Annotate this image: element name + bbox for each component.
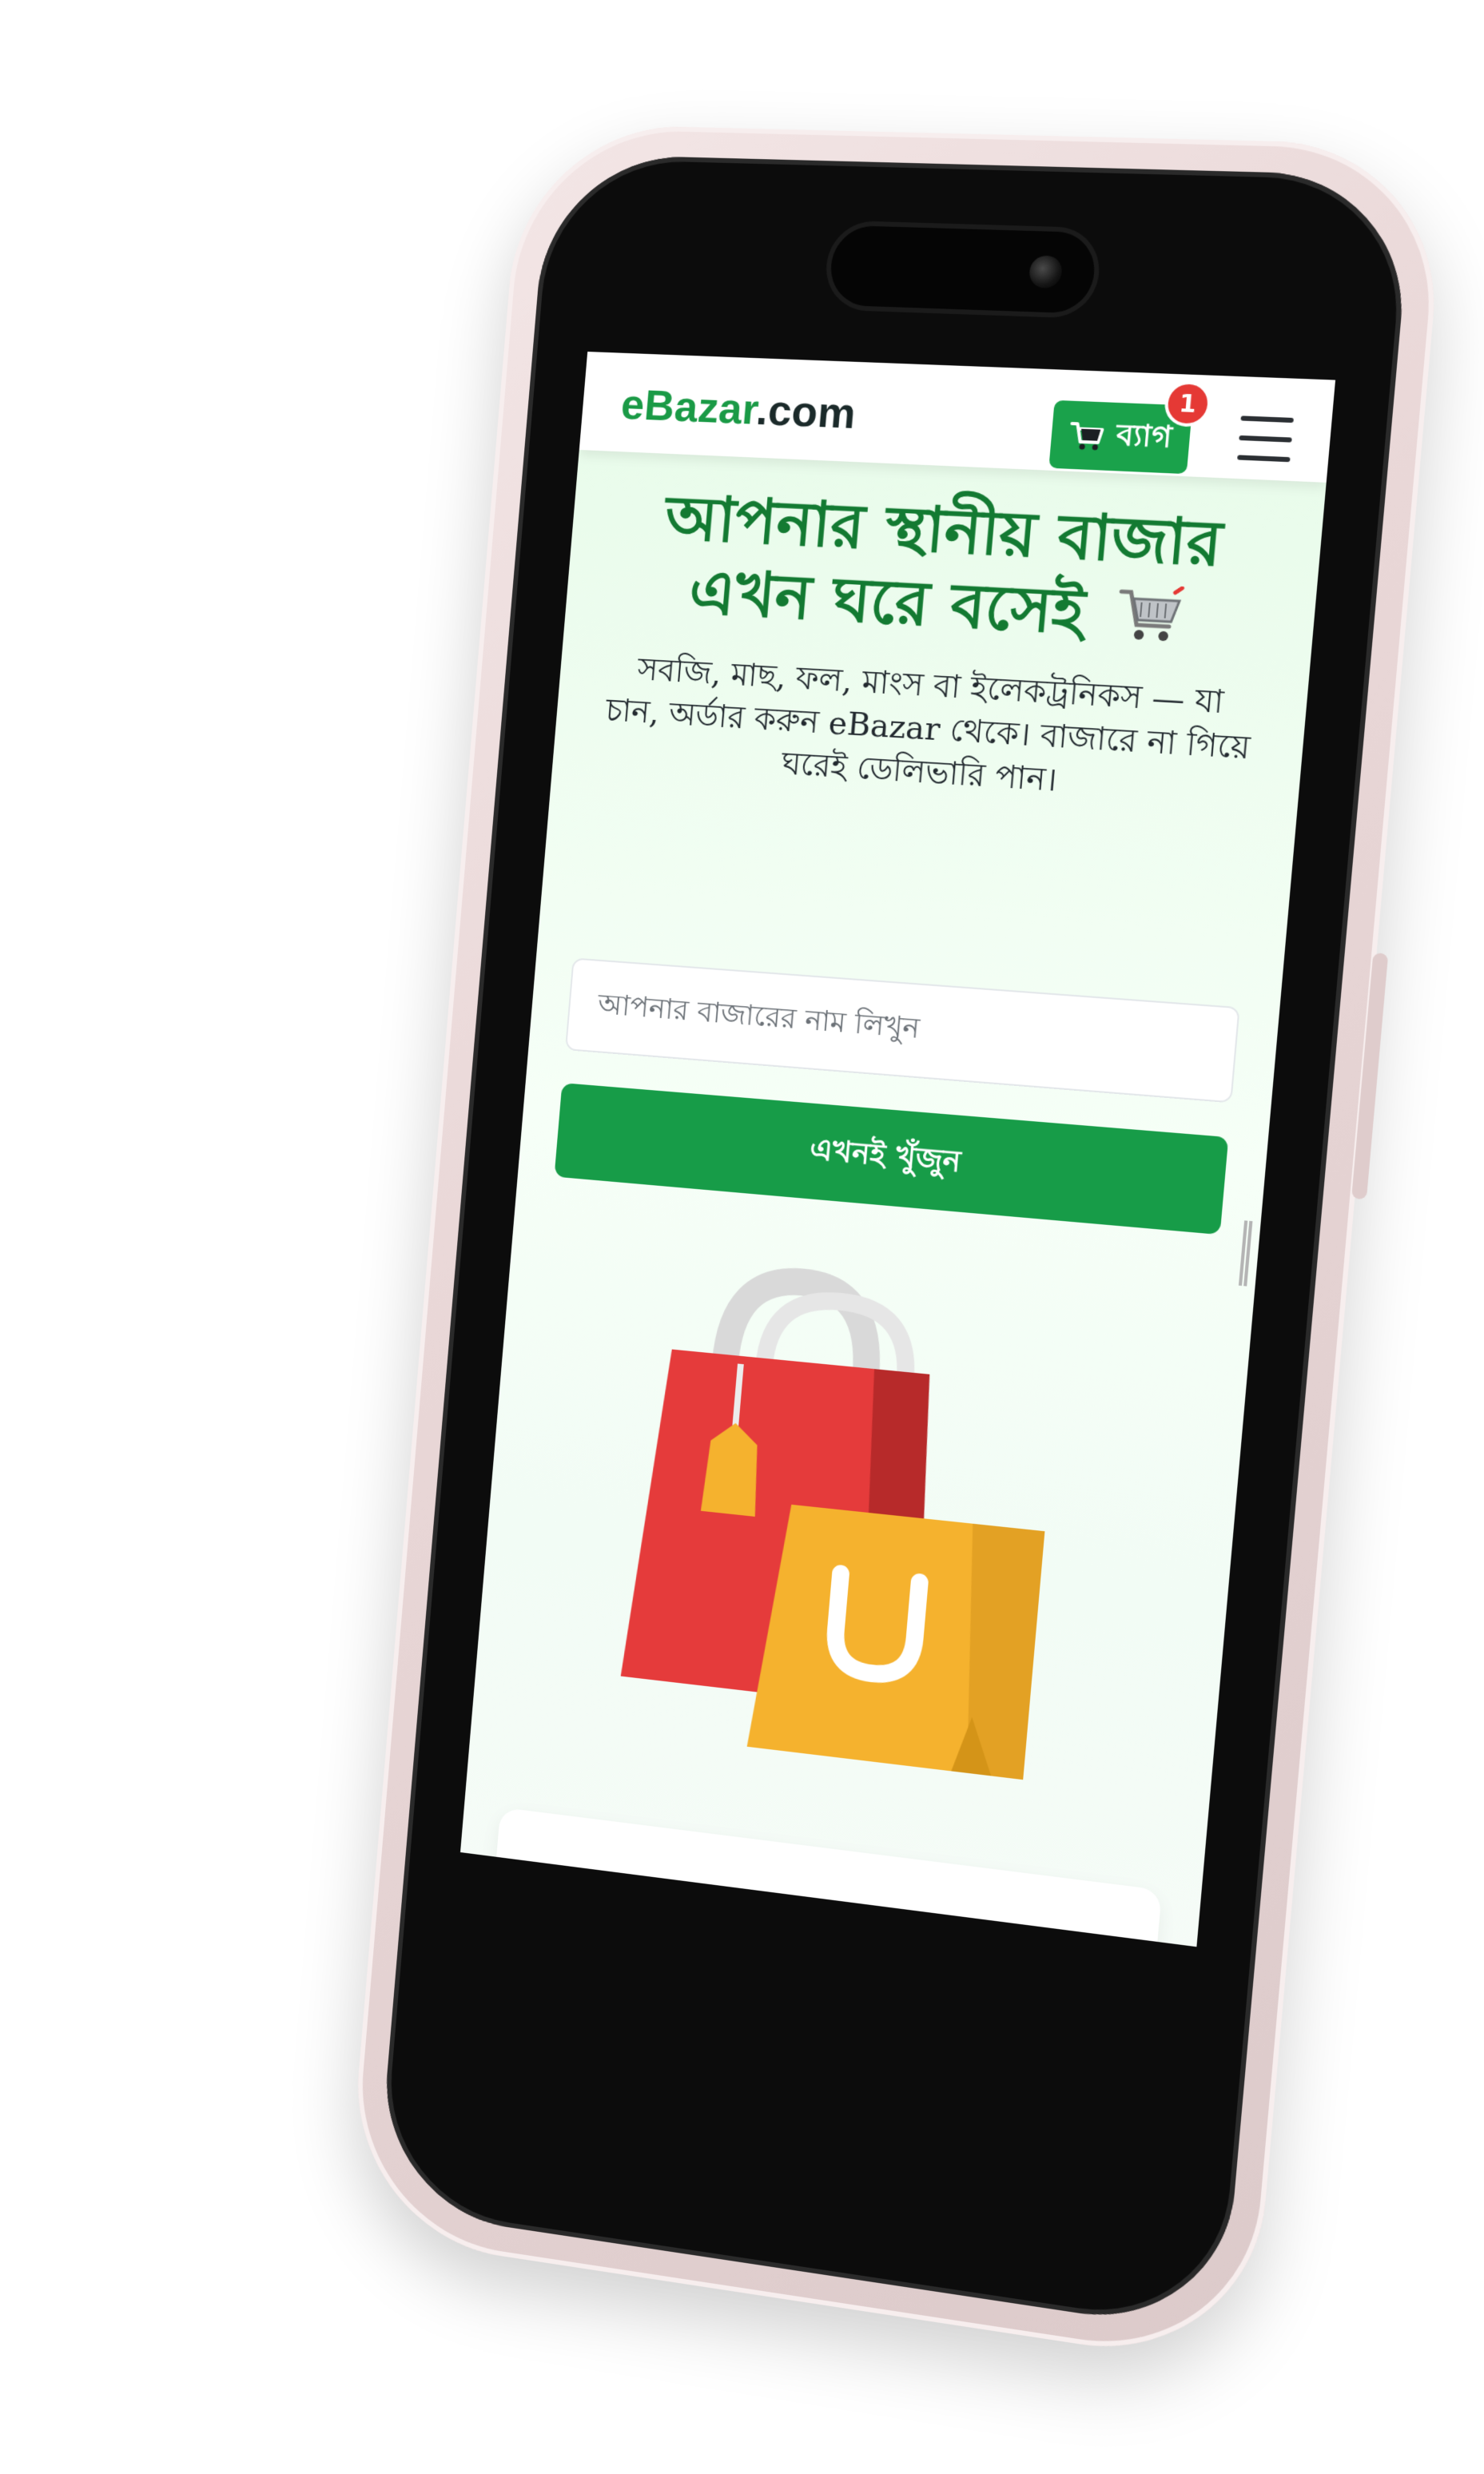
hero-title: আপনার স্থানীয় বাজার এখন ঘরে বসেই xyxy=(565,477,1324,662)
hamburger-line xyxy=(1240,416,1294,423)
resize-handle[interactable] xyxy=(1239,1220,1252,1286)
hamburger-icon[interactable] xyxy=(1237,416,1294,462)
top-navbar: eBazar.com ব্যাগ 1 xyxy=(579,352,1335,483)
logo[interactable]: eBazar.com xyxy=(619,380,857,439)
search-placeholder: আপনার বাজারের নাম লিখুন xyxy=(596,983,922,1055)
hero-section: আপনার স্থানীয় বাজার এখন ঘরে বসেই সবজি, … xyxy=(552,477,1324,817)
camera-icon xyxy=(1028,255,1064,288)
hero-subtitle: সবজি, মাছ, ফল, মাংস বা ইলেকট্রনিকস — যা … xyxy=(598,646,1259,814)
bag-count-badge: 1 xyxy=(1167,384,1209,424)
market-search-input[interactable]: আপনার বাজারের নাম লিখুন xyxy=(565,957,1240,1103)
dynamic-island xyxy=(828,225,1097,314)
logo-tld: .com xyxy=(754,386,857,438)
search-now-button[interactable]: এখনই খুঁজুন xyxy=(554,1083,1228,1235)
device-mockup: eBazar.com ব্যাগ 1 আপনার স্থানীয় বাজার … xyxy=(0,0,1484,2474)
cart-icon xyxy=(1068,419,1106,452)
shopping-bags-icon xyxy=(585,1235,1132,1796)
hamburger-line xyxy=(1237,455,1291,462)
screen: eBazar.com ব্যাগ 1 আপনার স্থানীয় বাজার … xyxy=(446,352,1335,2124)
search-button-label: এখনই খুঁজুন xyxy=(807,1126,962,1190)
bag-button[interactable]: ব্যাগ 1 xyxy=(1048,400,1192,474)
bag-label: ব্যাগ xyxy=(1114,411,1174,465)
hamburger-line xyxy=(1239,436,1292,443)
phone: eBazar.com ব্যাগ 1 আপনার স্থানীয় বাজার … xyxy=(345,123,1449,2370)
logo-brand: eBazar xyxy=(619,380,758,433)
shopping-cart-icon xyxy=(1114,583,1186,646)
